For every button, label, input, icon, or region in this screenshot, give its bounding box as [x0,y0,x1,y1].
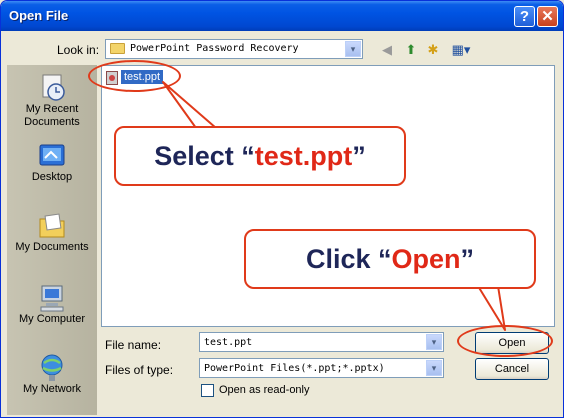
back-icon[interactable]: ◀ [379,42,395,58]
title-bar[interactable]: Open File ? ✕ [1,1,563,31]
folder-icon [110,43,125,54]
file-name-value: test.ppt [204,337,253,348]
files-of-type-label: Files of type: [105,363,174,377]
select-callout: Select “test.ppt” [114,126,406,186]
look-in-combo[interactable]: PowerPoint Password Recovery ▾ [105,39,363,59]
look-in-value: PowerPoint Password Recovery [130,43,299,54]
chevron-down-icon[interactable]: ▾ [345,41,361,57]
my-network-icon [37,353,67,381]
place-label: My Network [22,383,82,395]
callout-text-prefix: Click “ [305,244,392,274]
callout-highlight: Open [391,244,461,274]
place-my-network[interactable]: My Network [7,353,97,396]
help-button[interactable]: ? [514,6,535,27]
chevron-down-icon[interactable]: ▾ [426,360,442,376]
place-recent-documents[interactable]: My Recent Documents [7,73,97,129]
place-label: My Computer [18,313,86,325]
open-file-dialog: Open File ? ✕ Look in: PowerPoint Passwo… [0,0,564,418]
my-documents-icon [37,211,67,239]
click-callout: Click “Open” [244,229,536,289]
place-label: My Recent Documents [24,103,80,128]
read-only-checkbox[interactable] [201,384,214,397]
place-my-documents[interactable]: My Documents [7,211,97,254]
callout-text-suffix: ” [460,244,475,274]
callout-highlight: test.ppt [254,141,353,171]
file-highlight-ellipse [88,60,181,92]
desktop-icon [37,141,67,169]
cancel-button[interactable]: Cancel [475,358,549,380]
window-title: Open File [9,8,69,23]
place-label: My Documents [15,241,89,253]
chevron-down-icon[interactable]: ▾ [426,334,442,350]
place-my-computer[interactable]: My Computer [7,283,97,326]
files-of-type-value: PowerPoint Files(*.ppt;*.pptx) [204,363,385,374]
open-highlight-ellipse [457,325,553,357]
file-name-field[interactable]: test.ppt ▾ [199,332,444,352]
callout-text-prefix: Select “ [154,141,255,171]
look-in-label: Look in: [57,43,100,57]
files-of-type-select[interactable]: PowerPoint Files(*.ppt;*.pptx) ▾ [199,358,444,378]
places-bar: My Recent Documents Desktop My Documents… [7,65,97,415]
place-label: Desktop [31,171,73,183]
read-only-label[interactable]: Open as read-only [219,384,310,396]
recent-documents-icon [37,73,67,101]
up-folder-icon[interactable]: ⬆ [403,42,419,58]
callout-text-suffix: ” [352,141,366,171]
file-name-label: File name: [105,338,162,352]
place-desktop[interactable]: Desktop [7,141,97,184]
close-button[interactable]: ✕ [537,6,558,27]
views-menu-icon[interactable]: ▦▾ [449,42,473,58]
my-computer-icon [37,283,67,312]
new-folder-icon[interactable]: ✱ [425,42,441,58]
